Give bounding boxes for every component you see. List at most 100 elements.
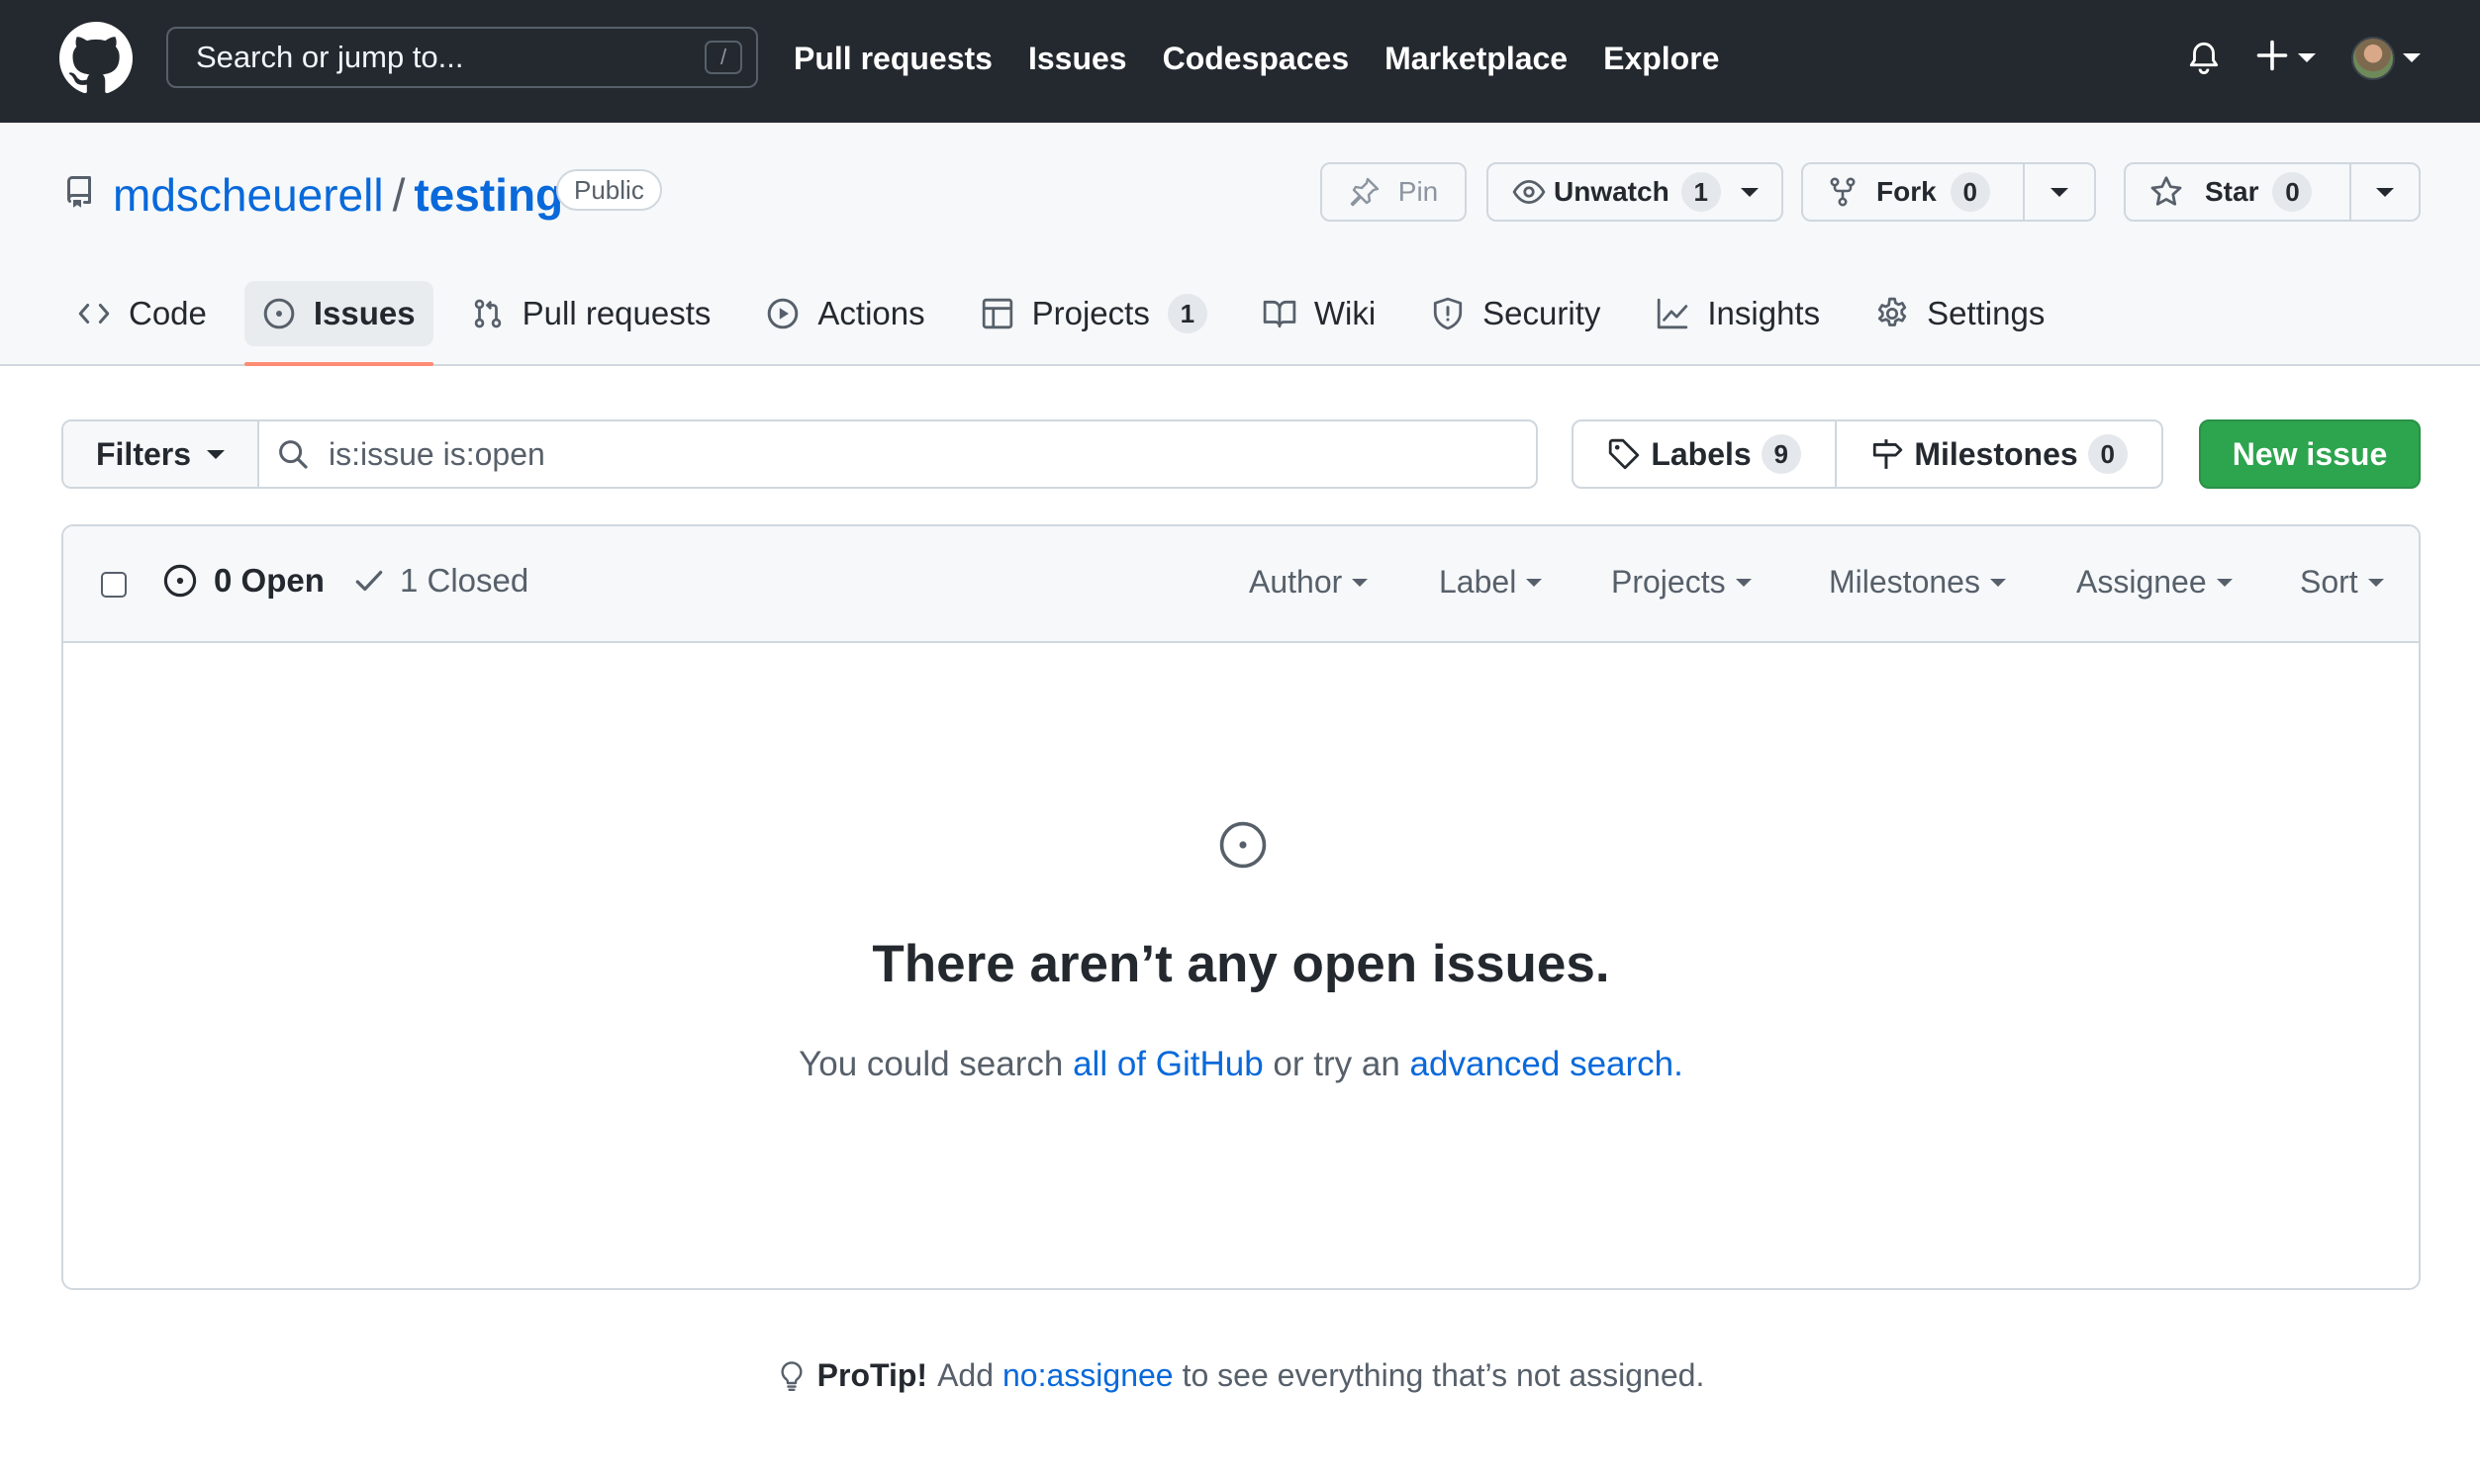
global-nav: Pull requests Issues Codespaces Marketpl… [794, 0, 1755, 117]
repo-owner-link[interactable]: mdscheuerell [113, 164, 384, 226]
projects-caret-icon [1735, 578, 1752, 587]
fork-count: 0 [1950, 172, 1990, 212]
tab-wiki-label: Wiki [1313, 295, 1377, 331]
unwatch-label: Unwatch [1554, 176, 1669, 207]
watch-count: 1 [1680, 172, 1721, 212]
author-caret-icon [1352, 578, 1369, 587]
check-icon [355, 570, 383, 592]
repo-name-link[interactable]: testing [414, 164, 563, 226]
nav-issues[interactable]: Issues [1028, 41, 1127, 77]
nav-marketplace[interactable]: Marketplace [1384, 41, 1568, 77]
protip: ProTip! Add no:assignee to see everythin… [0, 1357, 2480, 1394]
labels-button[interactable]: Labels 9 [1574, 421, 1837, 487]
pin-icon [1350, 177, 1379, 207]
nav-pull-requests[interactable]: Pull requests [794, 41, 993, 77]
assignee-filter[interactable]: Assignee [2076, 564, 2233, 601]
bell-icon[interactable] [2185, 38, 2223, 75]
star-button[interactable]: Star 0 [2126, 164, 2349, 220]
star-button-group: Star 0 [2124, 162, 2421, 222]
plus-icon[interactable] [2254, 38, 2290, 73]
search-all-github-link[interactable]: all of GitHub [1073, 1045, 1264, 1083]
tab-settings[interactable]: Settings [1858, 281, 2062, 346]
fork-dropdown[interactable] [2023, 164, 2094, 220]
github-logo-icon[interactable] [59, 22, 133, 95]
open-issues-toggle[interactable]: 0 Open [162, 562, 325, 600]
closed-count-label: 1 Closed [400, 562, 529, 599]
star-dropdown[interactable] [2349, 164, 2419, 220]
plus-caret-icon[interactable] [2298, 53, 2316, 62]
fork-button-group: Fork 0 [1801, 162, 2096, 222]
graph-icon [1658, 298, 1688, 329]
book-icon [1263, 300, 1296, 328]
sort-filter[interactable]: Sort [2300, 564, 2384, 601]
select-all-checkbox[interactable] [101, 572, 127, 598]
tab-insights[interactable]: Insights [1638, 281, 1838, 346]
pin-button[interactable]: Pin [1320, 162, 1467, 222]
issue-opened-icon [163, 564, 197, 598]
tab-issues[interactable]: Issues [243, 281, 433, 366]
avatar-caret-icon[interactable] [2403, 53, 2421, 62]
open-count-label: 0 Open [214, 562, 325, 599]
tab-code-label: Code [129, 295, 207, 331]
no-assignee-link[interactable]: no:assignee [1002, 1357, 1174, 1394]
tab-security[interactable]: Security [1413, 281, 1618, 346]
assignee-caret-icon [2216, 578, 2233, 587]
gear-icon [1877, 297, 1907, 326]
closed-issues-toggle[interactable]: 1 Closed [352, 562, 528, 600]
issue-search-input[interactable]: is:issue is:open [259, 421, 1536, 487]
filters-button[interactable]: Filters [63, 421, 259, 487]
milestone-icon [1873, 439, 1903, 469]
search-shortcut-hint: / [705, 41, 742, 74]
advanced-search-link[interactable]: advanced search [1410, 1045, 1674, 1083]
projects-filter[interactable]: Projects [1611, 564, 1752, 601]
milestones-filter[interactable]: Milestones [1829, 564, 2006, 601]
star-caret-icon [2376, 187, 2394, 197]
nav-codespaces[interactable]: Codespaces [1163, 41, 1350, 77]
blank-text-mid: or try an [1273, 1045, 1400, 1083]
star-count: 0 [2272, 172, 2313, 212]
author-filter[interactable]: Author [1249, 564, 1369, 601]
tab-pull-requests[interactable]: Pull requests [453, 281, 729, 346]
unwatch-button[interactable]: Unwatch 1 [1486, 162, 1783, 222]
table-icon [982, 298, 1012, 329]
label-caret-icon [1526, 578, 1543, 587]
blank-slate-title: There aren’t any open issues. [872, 935, 1610, 993]
milestones-filter-label: Milestones [1829, 564, 1980, 600]
repo-forked-icon [1830, 177, 1856, 207]
issue-opened-icon [263, 298, 295, 329]
eye-icon [1512, 179, 1546, 205]
tag-icon [1609, 438, 1640, 470]
tab-projects[interactable]: Projects 1 [963, 281, 1225, 346]
search-icon [279, 440, 308, 469]
visibility-badge: Public [556, 169, 662, 211]
tab-code[interactable]: Code [59, 281, 225, 346]
new-issue-button[interactable]: New issue [2199, 419, 2421, 489]
tab-issues-label: Issues [313, 295, 416, 331]
filters-label: Filters [95, 435, 192, 472]
milestones-button[interactable]: Milestones 0 [1837, 421, 2161, 487]
repo-tabs: Code Issues Pull requests Actions Projec… [59, 281, 2082, 366]
tab-projects-label: Projects [1031, 295, 1150, 331]
global-header: Search or jump to... / Pull requests Iss… [0, 0, 2480, 123]
tab-actions[interactable]: Actions [748, 281, 942, 346]
user-avatar[interactable] [2351, 37, 2395, 80]
pin-label: Pin [1397, 176, 1439, 207]
fork-button[interactable]: Fork 0 [1803, 164, 2023, 220]
tab-insights-label: Insights [1707, 295, 1821, 331]
protip-post: to see everything that’s not assigned. [1182, 1357, 1705, 1393]
issues-list-box: 0 Open 1 Closed Author Label Projects Mi… [61, 524, 2421, 1290]
nav-explore[interactable]: Explore [1603, 41, 1719, 77]
label-filter[interactable]: Label [1439, 564, 1543, 601]
blank-slate-text: You could search all of GitHub or try an… [63, 1045, 2419, 1084]
tab-wiki[interactable]: Wiki [1245, 281, 1393, 346]
code-icon [78, 304, 110, 324]
filters-caret-icon [207, 449, 226, 459]
repo-separator: / [392, 169, 406, 221]
sort-filter-label: Sort [2300, 564, 2358, 600]
tab-actions-label: Actions [817, 295, 925, 331]
global-search-input[interactable]: Search or jump to... / [166, 27, 758, 88]
tab-settings-label: Settings [1927, 295, 2046, 331]
blank-text-pre: You could search [799, 1045, 1064, 1083]
search-placeholder: Search or jump to... [196, 40, 464, 74]
author-filter-label: Author [1249, 564, 1343, 600]
